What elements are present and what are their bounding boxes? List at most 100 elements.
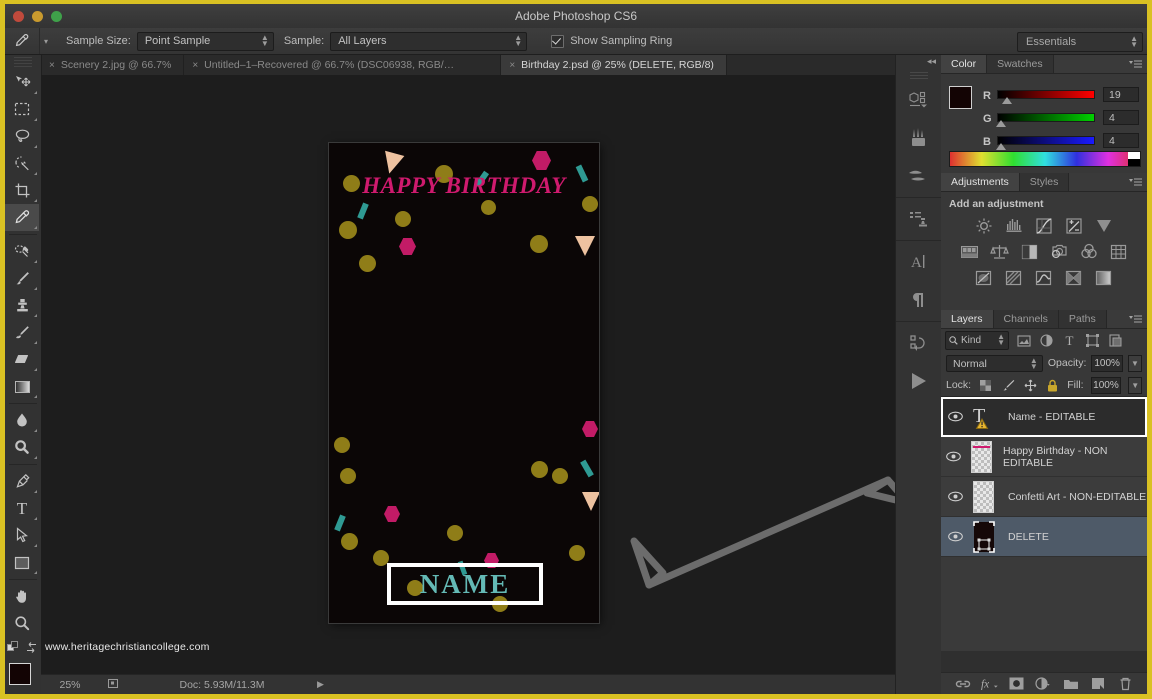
new-group-icon[interactable] <box>1062 675 1080 693</box>
clone-stamp-tool[interactable] <box>5 292 39 319</box>
name-text-selection-box[interactable]: NAME <box>387 563 543 605</box>
tool-preset-caret[interactable]: ▾ <box>44 37 48 46</box>
artboard[interactable]: HAPPY BIRTHDAY NAME <box>329 143 599 623</box>
fill-dropdown-icon[interactable]: ▼ <box>1128 376 1143 394</box>
eyedropper-tool[interactable] <box>5 204 39 231</box>
lock-position-icon[interactable] <box>1023 377 1038 394</box>
document-tab-scenery[interactable]: × Scenery 2.jpg @ 66.7% <box>41 55 185 75</box>
blur-tool[interactable] <box>5 407 39 434</box>
color-spectrum-ramp[interactable] <box>949 151 1141 167</box>
blend-mode-select[interactable]: Normal ▲ ▼ <box>946 354 1043 372</box>
character-icon[interactable]: A <box>896 243 942 281</box>
rectangle-tool[interactable] <box>5 549 39 576</box>
lock-image-icon[interactable] <box>1000 377 1015 394</box>
sample-size-select[interactable]: Point Sample ▲ ▼ <box>136 31 274 51</box>
layer-visibility-toggle[interactable] <box>941 491 969 502</box>
opacity-value[interactable]: 100% <box>1091 354 1123 372</box>
close-icon[interactable]: × <box>509 60 515 71</box>
spot-healing-brush-tool[interactable] <box>5 238 39 265</box>
opacity-dropdown-icon[interactable]: ▼ <box>1127 354 1142 372</box>
color-balance-icon[interactable] <box>989 242 1010 261</box>
filter-type-icon[interactable]: T <box>1061 332 1078 349</box>
color-swatches[interactable] <box>7 663 41 694</box>
layer-filter-kind-select[interactable]: Kind ▲ ▼ <box>945 331 1009 350</box>
filter-smart-object-icon[interactable] <box>1107 332 1124 349</box>
hand-tool[interactable] <box>5 583 39 610</box>
color-lookup-icon[interactable] <box>1109 242 1130 261</box>
collapse-panels-icon[interactable]: ◂◂ <box>896 55 942 69</box>
photo-filter-icon[interactable] <box>1049 242 1070 261</box>
b-slider-track[interactable] <box>997 136 1095 145</box>
show-sampling-ring-checkbox[interactable]: Show Sampling Ring <box>545 34 672 48</box>
document-tab-untitled[interactable]: × Untitled–1–Recovered @ 66.7% (DSC06938… <box>184 55 502 75</box>
g-slider-track[interactable] <box>997 113 1095 122</box>
invert-icon[interactable] <box>974 268 995 287</box>
new-layer-icon[interactable] <box>1089 675 1107 693</box>
layer-visibility-toggle[interactable] <box>941 531 969 542</box>
horizontal-type-tool[interactable]: T <box>5 495 39 522</box>
add-mask-icon[interactable] <box>1008 675 1026 693</box>
levels-icon[interactable] <box>1004 216 1025 235</box>
g-slider-thumb[interactable] <box>996 120 1006 127</box>
stepper-icon[interactable]: ▲ ▼ <box>997 333 1005 347</box>
stepper-icon[interactable]: ▲ ▼ <box>1030 356 1038 370</box>
history-brush-tool[interactable] <box>5 319 39 346</box>
exposure-icon[interactable] <box>1064 216 1085 235</box>
close-icon[interactable]: × <box>192 60 198 71</box>
move-tool[interactable] <box>5 69 39 96</box>
document-tab-birthday[interactable]: × Birthday 2.psd @ 25% (DELETE, RGB/8) <box>501 55 727 75</box>
eyedropper-icon[interactable] <box>5 28 40 54</box>
r-value[interactable]: 19 <box>1103 87 1139 102</box>
rectangular-marquee-tool[interactable] <box>5 96 39 123</box>
stepper-icon[interactable]: ▲ ▼ <box>261 33 269 47</box>
gradient-tool[interactable] <box>5 373 39 400</box>
hue-saturation-icon[interactable] <box>959 242 980 261</box>
tab-styles[interactable]: Styles <box>1019 173 1070 191</box>
r-slider-thumb[interactable] <box>1002 97 1012 104</box>
layer-thumbnail-smart-object[interactable] <box>969 520 999 553</box>
actions-icon[interactable] <box>896 324 942 362</box>
foreground-color-swatch[interactable] <box>9 663 31 685</box>
brush-presets-icon[interactable] <box>896 157 942 195</box>
b-value[interactable]: 4 <box>1103 133 1139 148</box>
tab-layers[interactable]: Layers <box>941 310 994 328</box>
eraser-tool[interactable] <box>5 346 39 373</box>
workspace-select[interactable]: Essentials ▲ ▼ <box>1017 32 1143 52</box>
tab-paths[interactable]: Paths <box>1058 310 1107 328</box>
threshold-icon[interactable] <box>1034 268 1055 287</box>
selective-color-icon[interactable] <box>1064 268 1085 287</box>
b-slider-thumb[interactable] <box>996 143 1006 150</box>
clone-source-icon[interactable] <box>896 200 942 238</box>
document-icon[interactable] <box>99 678 127 692</box>
fill-value[interactable]: 100% <box>1090 376 1122 394</box>
close-icon[interactable]: × <box>49 60 55 71</box>
tab-channels[interactable]: Channels <box>993 310 1059 328</box>
rail-grip[interactable] <box>910 72 928 79</box>
color-panel-swatches[interactable] <box>949 86 981 118</box>
crop-tool[interactable] <box>5 177 39 204</box>
lock-all-icon[interactable] <box>1045 377 1060 394</box>
new-adjustment-layer-icon[interactable] <box>1035 675 1053 693</box>
tab-adjustments[interactable]: Adjustments <box>941 173 1020 191</box>
layer-style-fx-icon[interactable]: fx <box>981 675 999 693</box>
lock-transparency-icon[interactable] <box>978 377 993 394</box>
tab-color[interactable]: Color <box>941 55 988 73</box>
zoom-tool[interactable] <box>5 610 39 637</box>
dodge-tool[interactable] <box>5 434 39 461</box>
tab-swatches[interactable]: Swatches <box>987 55 1054 73</box>
filter-adjustment-icon[interactable] <box>1038 332 1055 349</box>
checkbox-icon[interactable] <box>551 34 565 48</box>
layer-list[interactable]: T Name - EDITABLE Happy Birthday - NON E… <box>941 397 1147 651</box>
default-colors-icon[interactable] <box>7 641 21 653</box>
black-white-icon[interactable] <box>1019 242 1040 261</box>
brightness-contrast-icon[interactable] <box>974 216 995 235</box>
brush-tool[interactable] <box>5 265 39 292</box>
canvas-area[interactable]: HAPPY BIRTHDAY NAME www.heritagechristia… <box>41 75 895 681</box>
lasso-tool[interactable] <box>5 123 39 150</box>
spectrum-endpoints[interactable] <box>1128 152 1140 166</box>
channel-mixer-icon[interactable] <box>1079 242 1100 261</box>
table-row[interactable]: T Name - EDITABLE <box>941 397 1147 437</box>
brush-icon[interactable] <box>896 119 942 157</box>
link-layers-icon[interactable] <box>954 675 972 693</box>
stepper-icon[interactable]: ▲ ▼ <box>1130 35 1138 49</box>
